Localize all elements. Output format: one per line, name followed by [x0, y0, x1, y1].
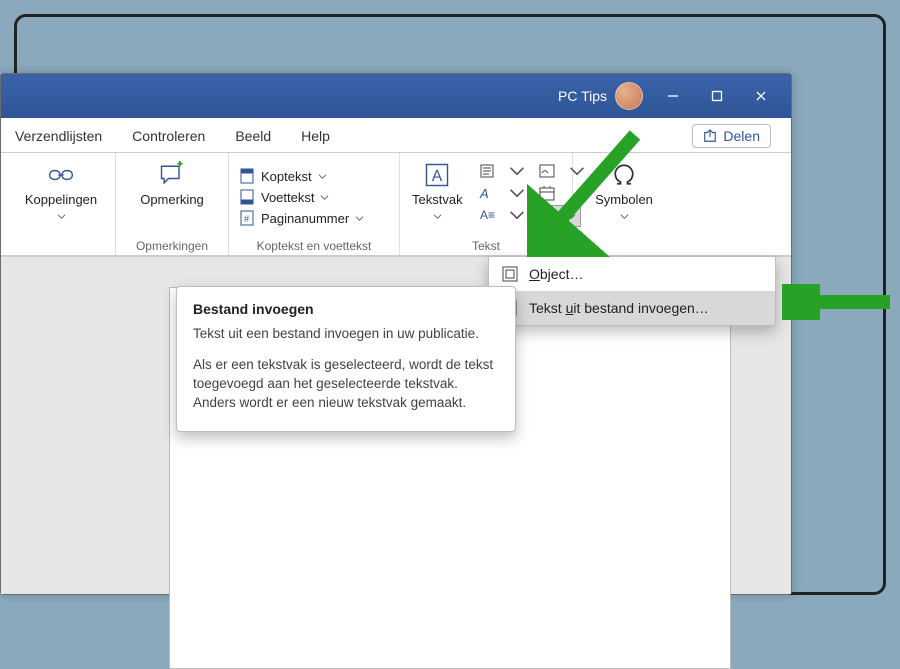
pagenumber-icon: # [239, 210, 255, 226]
chevron-down-icon [318, 169, 327, 184]
share-button[interactable]: Delen [692, 124, 771, 148]
svg-text:A: A [479, 186, 489, 201]
chevron-down-icon [355, 211, 364, 226]
tooltip-title: Bestand invoegen [193, 301, 499, 317]
comment-button[interactable]: Opmerking [122, 157, 222, 210]
maximize-button[interactable] [695, 78, 739, 114]
group-label: Opmerkingen [122, 237, 222, 253]
footer-icon [239, 189, 255, 205]
ribbon-tabs: Verzendlijsten Controleren Beeld Help De… [1, 118, 791, 153]
menu-item-text-from-file[interactable]: Tekst uit bestand invoegen… [489, 291, 775, 325]
account-name[interactable]: PC Tips [558, 88, 607, 104]
object-icon [501, 265, 519, 283]
comment-label: Opmerking [140, 193, 204, 206]
links-label: Koppelingen [25, 193, 97, 206]
tab-help[interactable]: Help [299, 122, 332, 152]
share-icon [703, 129, 717, 143]
tab-beeld[interactable]: Beeld [233, 122, 273, 152]
quickparts-button[interactable] [473, 161, 501, 181]
group-label: Koptekst en voettekst [235, 237, 393, 253]
account-avatar[interactable] [615, 82, 643, 110]
svg-text:A: A [432, 168, 443, 185]
group-label [13, 251, 109, 253]
close-button[interactable] [739, 78, 783, 114]
header-button[interactable]: Koptekst [235, 167, 393, 185]
chevron-down-icon [433, 208, 442, 224]
tab-verzendlijsten[interactable]: Verzendlijsten [13, 122, 104, 152]
annotation-arrow [527, 127, 647, 257]
chevron-down-icon [57, 208, 66, 224]
menu-item-object[interactable]: Object… [489, 257, 775, 291]
titlebar: PC Tips [1, 74, 791, 118]
pagenumber-button[interactable]: # Paginanummer [235, 209, 393, 227]
chevron-down-icon [320, 190, 329, 205]
textbox-label: Tekstvak [412, 193, 463, 206]
svg-text:A≡: A≡ [480, 208, 495, 222]
links-button[interactable]: Koppelingen [13, 157, 109, 228]
minimize-button[interactable] [651, 78, 695, 114]
link-icon [47, 161, 75, 189]
tooltip-text: Tekst uit een bestand invoegen in uw pub… [193, 325, 499, 344]
tooltip: Bestand invoegen Tekst uit een bestand i… [176, 286, 516, 432]
header-icon [239, 168, 255, 184]
wordart-button[interactable]: A [473, 183, 501, 203]
tab-controleren[interactable]: Controleren [130, 122, 207, 152]
footer-button[interactable]: Voettekst [235, 188, 393, 206]
textbox-icon: A [423, 161, 451, 189]
comment-icon [158, 161, 186, 189]
ribbon: Koppelingen Opmerking Opmerkingen [1, 153, 791, 256]
share-label: Delen [723, 128, 760, 144]
dropcap-button[interactable]: A≡ [473, 205, 501, 225]
annotation-arrow [782, 284, 892, 320]
object-dropdown: Object… Tekst uit bestand invoegen… [488, 256, 776, 326]
svg-text:#: # [244, 214, 249, 224]
textbox-button[interactable]: A Tekstvak [406, 157, 469, 228]
tooltip-text: Als er een tekstvak is geselecteerd, wor… [193, 356, 499, 413]
